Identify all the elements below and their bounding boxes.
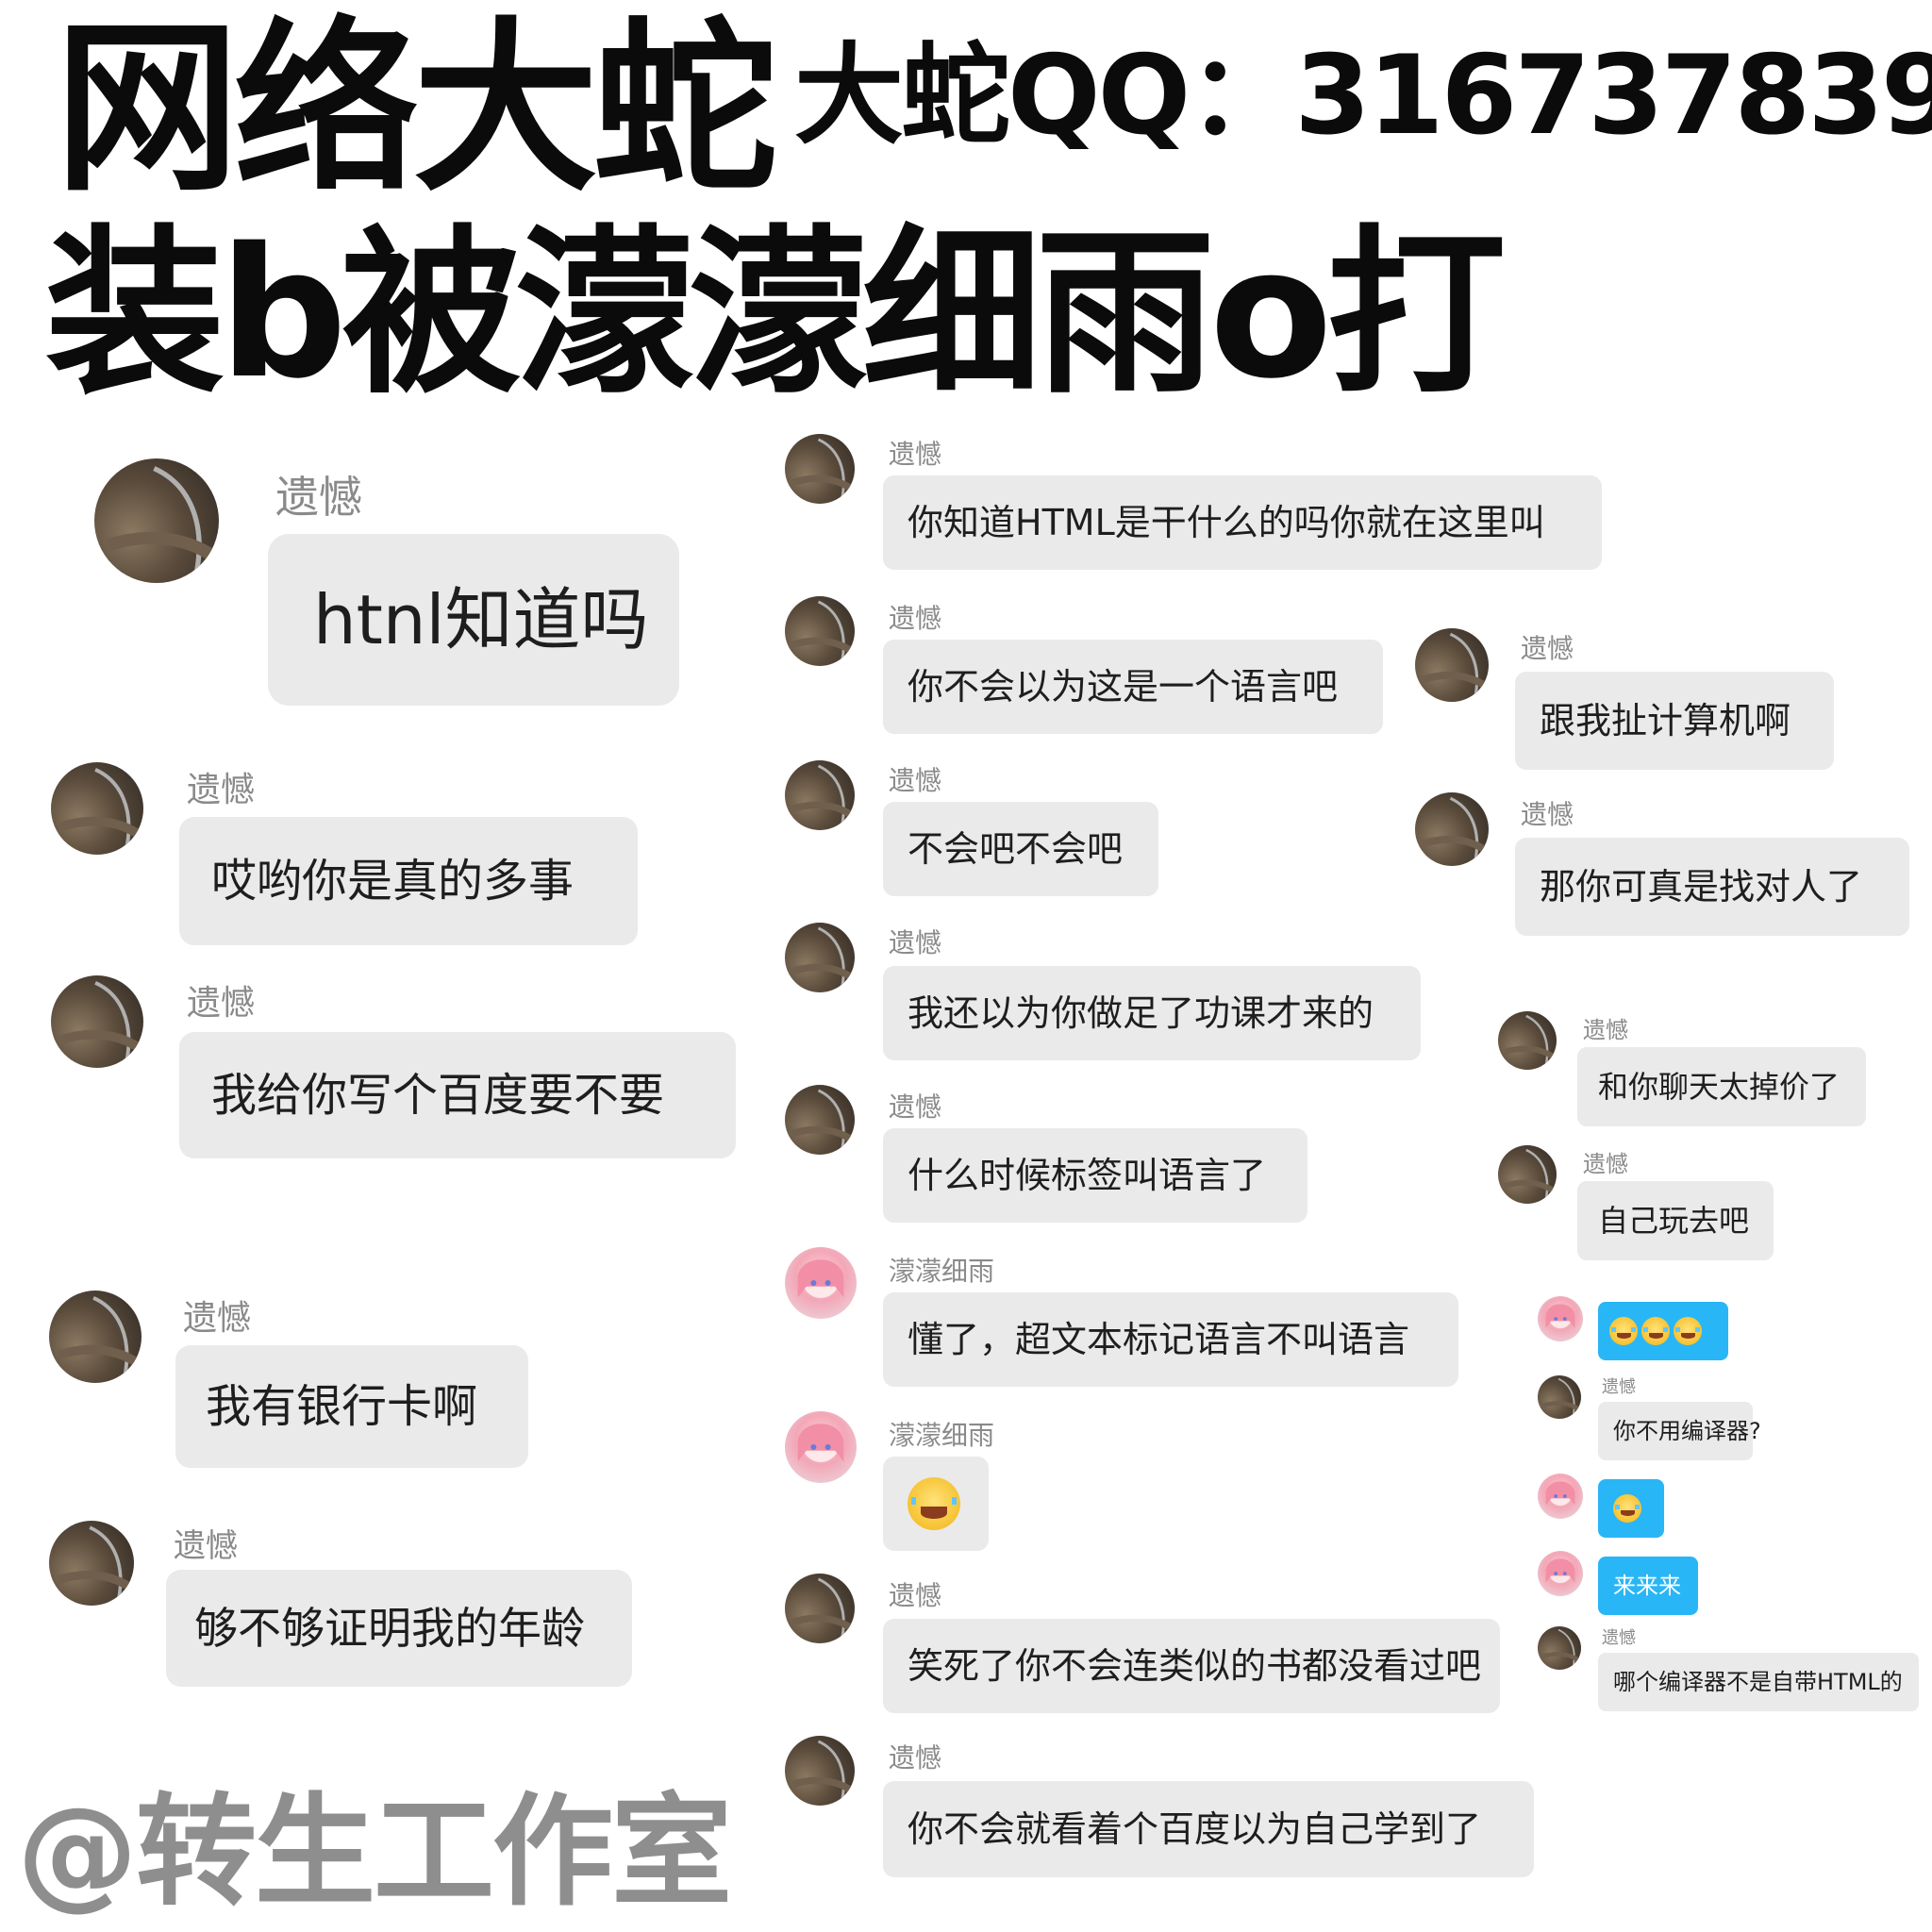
message-bubble[interactable]: 你不会就看着个百度以为自己学到了 — [883, 1781, 1534, 1877]
laugh-cry-icon — [1609, 1317, 1638, 1345]
user-avatar[interactable] — [51, 762, 143, 855]
message-text: 不会吧不会吧 — [908, 828, 1124, 870]
message-bubble[interactable]: 那你可真是找对人了 — [1515, 838, 1909, 936]
message-bubble[interactable]: 我有银行卡啊 — [175, 1345, 528, 1468]
user-avatar[interactable] — [1538, 1551, 1583, 1596]
sender-name: 遗憾 — [889, 603, 942, 634]
sender-name: 遗憾 — [1602, 1628, 1636, 1648]
studio-watermark: @转生工作室 — [17, 1782, 732, 1923]
message-bubble[interactable]: 笑死了你不会连类似的书都没看过吧 — [883, 1619, 1500, 1713]
sender-name: 濛濛细雨 — [889, 1420, 995, 1451]
message-text: 你不会以为这是一个语言吧 — [908, 666, 1339, 708]
message-bubble[interactable]: 够不够证明我的年龄 — [166, 1570, 632, 1687]
laugh-cry-icon — [1641, 1317, 1670, 1345]
message-bubble[interactable]: 自己玩去吧 — [1577, 1181, 1774, 1260]
message-bubble[interactable]: 不会吧不会吧 — [883, 802, 1158, 896]
message-bubble[interactable]: 和你聊天太掉价了 — [1577, 1047, 1866, 1126]
sender-name: 遗憾 — [1521, 633, 1574, 664]
message-bubble[interactable]: 跟我扯计算机啊 — [1515, 672, 1834, 770]
user-avatar[interactable] — [1538, 1296, 1583, 1341]
meme-subtitle: 装b被濛濛细雨o打 — [45, 209, 1507, 418]
message-bubble[interactable]: 你知道HTML是干什么的吗你就在这里叫 — [883, 475, 1602, 570]
message-text: 那你可真是找对人了 — [1540, 866, 1863, 908]
user-avatar[interactable] — [1415, 628, 1489, 702]
message-bubble[interactable]: 哪个编译器不是自带HTML的 — [1598, 1653, 1919, 1711]
message-text: 哪个编译器不是自带HTML的 — [1613, 1669, 1903, 1695]
user-avatar[interactable] — [785, 1736, 855, 1806]
laugh-cry-icon — [1613, 1494, 1641, 1523]
user-avatar[interactable] — [785, 923, 855, 992]
sender-name: 遗憾 — [889, 927, 942, 958]
sender-name: 遗憾 — [889, 1091, 942, 1123]
user-avatar[interactable] — [785, 434, 855, 504]
message-text: 来来来 — [1613, 1573, 1681, 1599]
message-bubble[interactable]: 你不会以为这是一个语言吧 — [883, 640, 1383, 734]
user-avatar[interactable] — [785, 1574, 855, 1643]
user-avatar[interactable] — [51, 975, 143, 1068]
user-avatar[interactable] — [1538, 1626, 1581, 1670]
message-text: 和你聊天太掉价了 — [1598, 1069, 1840, 1105]
sender-name: 遗憾 — [1583, 1017, 1628, 1043]
message-text: 我给你写个百度要不要 — [211, 1069, 665, 1122]
user-avatar[interactable] — [49, 1291, 142, 1383]
sender-name: 遗憾 — [187, 771, 256, 809]
message-text: 自己玩去吧 — [1598, 1203, 1750, 1239]
laugh-cry-icon — [908, 1477, 960, 1530]
sender-name: 遗憾 — [187, 984, 256, 1023]
sender-name: 遗憾 — [889, 765, 942, 796]
message-bubble[interactable]: 我还以为你做足了功课才来的 — [883, 966, 1421, 1060]
laugh-cry-icon — [1674, 1317, 1702, 1345]
user-avatar[interactable] — [1498, 1011, 1557, 1070]
sender-name: 遗憾 — [1583, 1151, 1628, 1177]
meme-title: 网络大蛇 — [55, 2, 777, 217]
message-text: 什么时候标签叫语言了 — [908, 1155, 1267, 1196]
sender-name: 遗憾 — [889, 439, 942, 470]
qq-contact: 大蛇QQ：3167378398 — [794, 32, 1932, 159]
user-avatar[interactable] — [1415, 792, 1489, 866]
user-avatar[interactable] — [1538, 1375, 1581, 1419]
user-avatar[interactable] — [94, 458, 219, 583]
sender-name: 遗憾 — [1602, 1377, 1636, 1397]
message-text: 你知道HTML是干什么的吗你就在这里叫 — [908, 502, 1545, 543]
message-bubble[interactable] — [1598, 1302, 1728, 1360]
message-text: htnl知道吗 — [313, 580, 649, 659]
user-avatar[interactable] — [49, 1521, 134, 1606]
message-bubble[interactable]: 懂了，超文本标记语言不叫语言 — [883, 1292, 1458, 1387]
sender-name: 濛濛细雨 — [889, 1256, 995, 1287]
message-text: 跟我扯计算机啊 — [1540, 700, 1791, 741]
user-avatar[interactable] — [785, 1247, 857, 1319]
message-text: 懂了，超文本标记语言不叫语言 — [908, 1319, 1410, 1360]
user-avatar[interactable] — [1498, 1145, 1557, 1204]
sender-name: 遗憾 — [889, 1742, 942, 1774]
user-avatar[interactable] — [1538, 1474, 1583, 1519]
message-bubble[interactable]: 来来来 — [1598, 1557, 1698, 1615]
user-avatar[interactable] — [785, 760, 855, 830]
message-bubble[interactable]: htnl知道吗 — [268, 534, 679, 706]
sender-name: 遗憾 — [1521, 799, 1574, 830]
sender-name: 遗憾 — [174, 1527, 238, 1565]
message-text: 够不够证明我的年龄 — [194, 1603, 585, 1654]
message-text: 你不会就看着个百度以为自己学到了 — [908, 1808, 1482, 1850]
message-text: 你不用编译器? — [1613, 1418, 1761, 1444]
message-bubble[interactable]: 哎哟你是真的多事 — [179, 817, 638, 945]
sender-name: 遗憾 — [275, 472, 362, 523]
sender-name: 遗憾 — [889, 1580, 942, 1611]
message-bubble[interactable]: 你不用编译器? — [1598, 1402, 1761, 1460]
message-bubble[interactable]: 我给你写个百度要不要 — [179, 1032, 736, 1158]
sender-name: 遗憾 — [183, 1299, 252, 1338]
user-avatar[interactable] — [785, 1085, 855, 1155]
message-text: 我有银行卡啊 — [206, 1380, 478, 1433]
message-text: 笑死了你不会连类似的书都没看过吧 — [908, 1645, 1482, 1687]
message-bubble[interactable]: 什么时候标签叫语言了 — [883, 1128, 1307, 1223]
user-avatar[interactable] — [785, 1411, 857, 1483]
message-bubble[interactable] — [1598, 1479, 1664, 1538]
message-bubble[interactable] — [883, 1457, 989, 1551]
message-text: 我还以为你做足了功课才来的 — [908, 992, 1374, 1034]
message-text: 哎哟你是真的多事 — [211, 855, 575, 908]
user-avatar[interactable] — [785, 596, 855, 666]
